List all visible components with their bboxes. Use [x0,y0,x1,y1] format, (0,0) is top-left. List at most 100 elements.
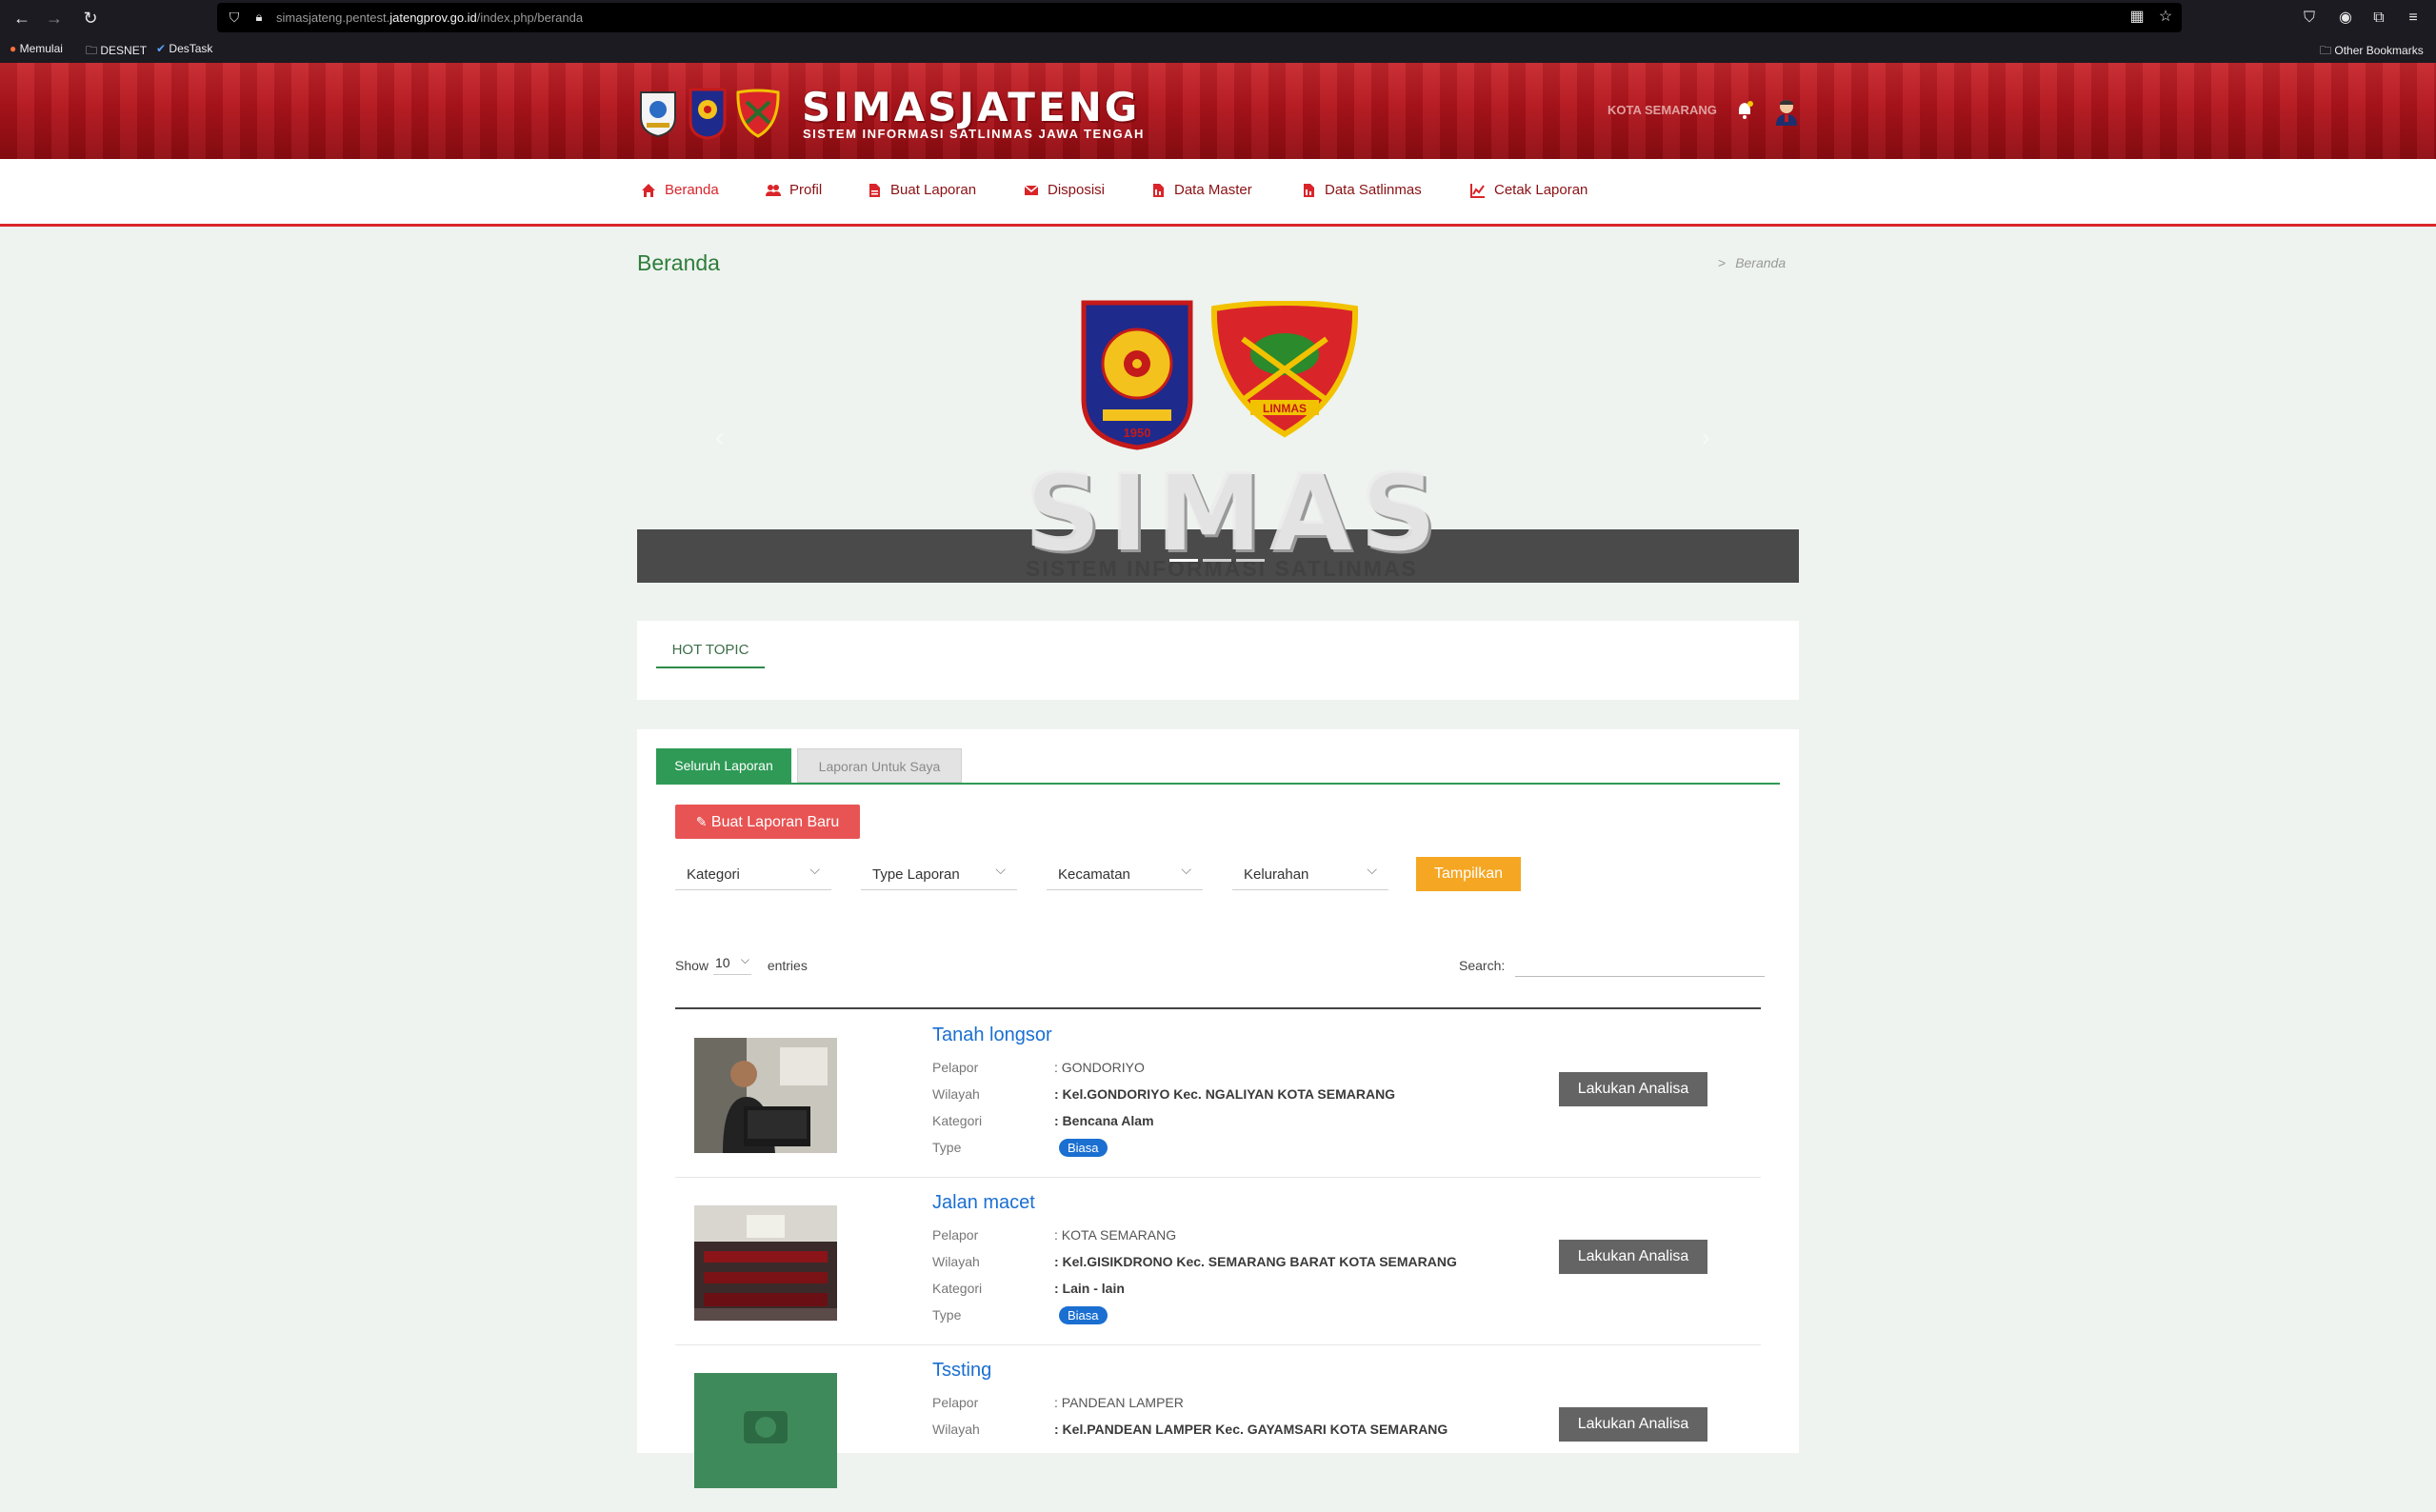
qr-code-icon[interactable]: ▦ [2127,8,2146,27]
tampilkan-button[interactable]: Tampilkan [1416,857,1521,891]
edit-icon: ✎ [695,814,708,829]
url-text[interactable]: simasjateng.pentest.jatengprov.go.id/ind… [276,10,583,25]
bookmark-memulai[interactable]: ● Memulai [10,42,63,55]
report-title[interactable]: Tanah longsor [932,1025,1052,1046]
pocket-icon[interactable]: ⛉ [2300,9,2319,28]
chart-icon [1470,183,1485,198]
report-region: : Kel.GISIKDRONO Kec. SEMARANG BARAT KOT… [1054,1254,1457,1269]
bookmarks-bar: ● Memulai 🗀 DESNET ✔ DesTask 🗀 Other Boo… [0,36,2436,63]
report-item: Tanah longsor Pelapor : GONDORIYO Wilaya… [675,1009,1761,1178]
report-photo [694,1038,837,1153]
brand-subtitle: SISTEM INFORMASI SATLINMAS JAWA TENGAH [803,127,1145,141]
data-file-icon [1153,183,1164,197]
banner-carousel: 1950 LINMAS SIMAS SISTEM INFORMASI SATLI… [637,291,1799,583]
reload-icon[interactable]: ↻ [80,8,101,29]
analyze-button[interactable]: Lakukan Analisa [1559,1240,1707,1274]
report-type-badge: Biasa [1059,1306,1108,1324]
entries-select[interactable]: 10 ⌵ [713,953,751,975]
report-photo [694,1205,837,1321]
nav-profil[interactable]: Profil [766,182,822,198]
carousel-prev-icon[interactable]: ‹ [715,423,724,452]
users-icon [766,184,781,196]
firefox-icon: ● [10,42,17,55]
search-label: Search: [1459,958,1506,973]
brand-title: SIMASJATENG [802,84,1141,130]
destask-icon: ✔ [156,42,167,55]
nav-cetak-laporan[interactable]: Cetak Laporan [1470,182,1587,198]
linmas-logo-label: LINMAS [1263,402,1307,415]
satpol-pp-emblem-icon [689,88,727,140]
satpol-pp-logo-year: 1950 [1124,426,1151,440]
folder-icon: 🗀 [86,44,98,57]
account-icon[interactable]: ◉ [2336,9,2355,28]
report-item: Tssting Pelapor : PANDEAN LAMPER Wilayah… [675,1344,1761,1512]
avatar[interactable] [1773,97,1800,126]
other-bookmarks[interactable]: 🗀 Other Bookmarks [2320,42,2424,62]
carousel-indicator[interactable] [1236,559,1265,562]
shield-icon[interactable]: ⛉ [225,8,244,27]
nav-data-satlinmas[interactable]: Data Satlinmas [1301,182,1422,198]
bookmark-destask[interactable]: ✔ DesTask [156,42,212,55]
bookmark-star-icon[interactable]: ☆ [2156,8,2175,27]
carousel-indicator[interactable] [1169,559,1198,562]
nav-beranda[interactable]: Beranda [641,182,719,198]
extensions-icon[interactable]: ⧉ [2369,9,2388,28]
user-region[interactable]: KOTA SEMARANG [1607,103,1717,117]
nav-data-master[interactable]: Data Master [1150,182,1252,198]
header-background [0,63,2436,159]
breadcrumb: > Beranda [1718,255,1786,270]
report-title[interactable]: Jalan macet [932,1192,1035,1214]
linmas-logo-icon: LINMAS [1210,301,1359,438]
report-type-badge: Biasa [1059,1139,1108,1157]
report-region: : Kel.PANDEAN LAMPER Kec. GAYAMSARI KOTA… [1054,1422,1448,1437]
main-nav: Beranda Profil Buat Laporan Disposisi Da… [0,159,2436,227]
reports-card: Seluruh Laporan Laporan Untuk Saya ✎ Bua… [637,729,1799,1488]
nav-buat-laporan[interactable]: Buat Laporan [867,182,976,198]
breadcrumb-current[interactable]: Beranda [1735,255,1786,270]
tab-laporan-untuk-saya[interactable]: Laporan Untuk Saya [797,748,962,783]
kategori-select[interactable]: Kategori ⌵ [675,859,831,890]
kecamatan-select[interactable]: Kecamatan ⌵ [1047,859,1203,890]
chevron-down-icon: ⌵ [740,953,749,966]
browser-toolbar: ← → ↻ ⛉ 🔒︎ simasjateng.pentest.jatengpro… [0,0,2436,36]
jateng-emblem-icon [640,91,676,138]
document-icon [869,183,880,197]
hot-topic-card: HOT TOPIC [637,621,1799,700]
report-title[interactable]: Tssting [932,1360,991,1382]
address-bar[interactable]: ⛉ 🔒︎ simasjateng.pentest.jatengprov.go.i… [217,3,2182,32]
mail-icon [1024,184,1039,195]
report-reporter: : PANDEAN LAMPER [1054,1395,1184,1410]
lock-icon[interactable]: 🔒︎ [250,8,269,27]
back-icon[interactable]: ← [11,8,32,29]
analyze-button[interactable]: Lakukan Analisa [1559,1407,1707,1442]
new-report-button[interactable]: ✎ Buat Laporan Baru [675,805,860,839]
chevron-down-icon: ⌵ [1367,862,1377,877]
menu-icon[interactable]: ≡ [2404,9,2423,28]
nav-disposisi[interactable]: Disposisi [1024,182,1105,198]
chevron-down-icon: ⌵ [1181,862,1191,877]
kelurahan-select[interactable]: Kelurahan ⌵ [1232,859,1388,890]
report-photo-placeholder [694,1373,837,1488]
carousel-indicator[interactable] [1203,559,1231,562]
home-icon [642,183,655,197]
app-header: SIMASJATENG SISTEM INFORMASI SATLINMAS J… [0,63,2436,159]
page-title: Beranda [637,250,720,275]
data-file-icon [1304,183,1314,197]
forward-icon[interactable]: → [44,8,65,29]
report-reporter: : KOTA SEMARANG [1054,1227,1177,1243]
satpol-pp-logo-icon: 1950 [1081,300,1193,450]
tab-seluruh-laporan[interactable]: Seluruh Laporan [656,748,791,783]
tab-hot-topic[interactable]: HOT TOPIC [656,634,765,668]
bell-icon[interactable] [1736,101,1753,120]
chevron-down-icon: ⌵ [995,862,1006,877]
bookmark-desnet[interactable]: 🗀 DESNET [86,42,147,62]
search-input[interactable] [1515,951,1765,977]
report-region: : Kel.GONDORIYO Kec. NGALIYAN KOTA SEMAR… [1054,1086,1396,1102]
report-reporter: : GONDORIYO [1054,1060,1145,1075]
carousel-next-icon[interactable]: › [1702,423,1710,452]
analyze-button[interactable]: Lakukan Analisa [1559,1072,1707,1106]
report-category: : Bencana Alam [1054,1113,1154,1128]
linmas-emblem-icon [736,89,780,138]
report-item: Jalan macet Pelapor : KOTA SEMARANG Wila… [675,1177,1761,1345]
type-laporan-select[interactable]: Type Laporan ⌵ [861,859,1017,890]
